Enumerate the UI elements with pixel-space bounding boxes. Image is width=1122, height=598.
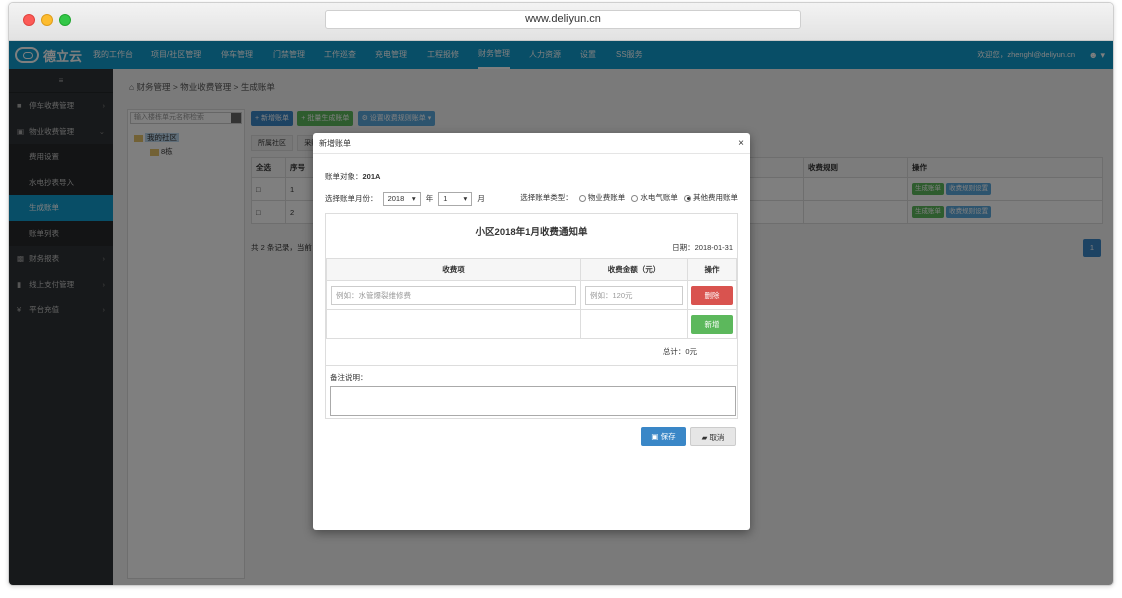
notice-date: 日期：2018-01-31: [672, 243, 733, 252]
modal-title: 新增账单: [319, 139, 351, 148]
eraser-icon: ▰: [701, 433, 708, 442]
minimize-window-icon[interactable]: [41, 14, 53, 26]
button-label: 保存: [660, 432, 676, 441]
fee-item-input[interactable]: 例如：水管爆裂维修费: [331, 285, 576, 305]
cancel-button[interactable]: ▰ 取消: [690, 427, 736, 446]
radio-other[interactable]: [684, 194, 691, 202]
empty-cell: [580, 309, 688, 339]
chevron-down-icon: ▾: [463, 194, 468, 203]
remark-label: 备注说明：: [330, 373, 368, 382]
total-amount: 总计：0元: [326, 338, 737, 366]
type-label: 选择账单类型：: [520, 193, 573, 202]
modal-header: 新增账单 ×: [313, 133, 750, 154]
bill-target-label: 账单对象：: [325, 172, 363, 181]
month-unit: 月: [477, 193, 485, 203]
bill-month-row: 选择账单月份： 2018 ▾ 年 1 ▾ 月: [325, 192, 485, 206]
bill-target: 账单对象：201A: [325, 171, 380, 182]
col-header-item: 收费项: [326, 258, 581, 281]
remark-textarea[interactable]: [330, 386, 736, 416]
empty-cell: [326, 309, 581, 339]
chevron-down-icon: ▾: [411, 194, 416, 203]
year-select[interactable]: 2018 ▾: [382, 192, 421, 206]
fee-amount-input[interactable]: 例如：120元: [585, 285, 683, 305]
radio-label: 水电气账单: [640, 193, 678, 202]
fee-row: 例如：水管爆裂维修费 例如：120元 删除: [326, 280, 737, 310]
fee-item-table: 收费项 收费金额（元） 操作 例如：水管爆裂维修费 例如：120元 删除 新增: [326, 258, 737, 339]
maximize-window-icon[interactable]: [59, 14, 71, 26]
close-window-icon[interactable]: [23, 14, 35, 26]
add-button[interactable]: 新增: [691, 314, 733, 334]
close-icon[interactable]: ×: [738, 133, 744, 154]
bill-type-group: 选择账单类型： 物业费账单 水电气账单 其他费用账单: [520, 192, 738, 203]
save-icon: ▣: [651, 432, 659, 441]
radio-label: 其他费用账单: [693, 193, 738, 202]
year-unit: 年: [425, 193, 434, 203]
year-value: 2018: [387, 194, 405, 203]
month-label: 选择账单月份：: [325, 193, 378, 203]
bill-target-value: 201A: [362, 172, 381, 181]
browser-titlebar: www.deliyun.cn: [9, 3, 1113, 41]
new-bill-modal: 新增账单 × 账单对象：201A 选择账单月份： 2018 ▾ 年 1 ▾ 月 …: [313, 133, 750, 530]
button-label: 取消: [709, 433, 725, 442]
radio-label: 物业费账单: [587, 193, 626, 202]
col-header-op: 操作: [687, 258, 737, 281]
month-value: 1: [443, 194, 448, 203]
fee-notice: 小区2018年1月收费通知单 日期：2018-01-31 收费项 收费金额（元）…: [325, 213, 738, 419]
radio-utility[interactable]: [631, 194, 639, 202]
radio-property[interactable]: [578, 194, 586, 202]
col-header-amount: 收费金额（元）: [580, 258, 688, 281]
notice-title: 小区2018年1月收费通知单: [475, 227, 588, 238]
delete-button[interactable]: 删除: [691, 285, 733, 305]
save-button[interactable]: ▣ 保存: [641, 427, 686, 446]
url-bar[interactable]: www.deliyun.cn: [325, 10, 801, 29]
fee-row-empty: 新增: [326, 309, 737, 339]
month-select[interactable]: 1 ▾: [438, 192, 473, 206]
browser-window: www.deliyun.cn 德立云 我的工作台 项目/社区管理 停车管理 门禁…: [8, 2, 1114, 586]
